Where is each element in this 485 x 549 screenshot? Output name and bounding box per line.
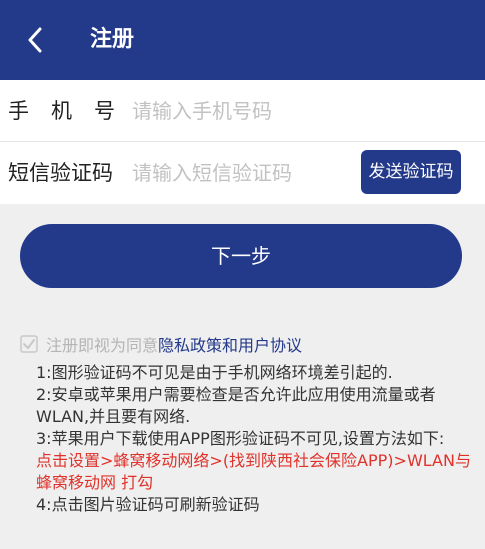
back-button[interactable] bbox=[18, 22, 52, 58]
chevron-left-icon bbox=[28, 27, 42, 53]
sms-row: 短信验证码 发送验证码 bbox=[0, 142, 485, 204]
note-settings-path: 点击设置>蜂窝移动网络>(找到陕西社会保险APP)>WLAN与蜂窝移动网 打勾 bbox=[36, 451, 471, 492]
agreement-row: 注册即视为同意 隐私政策和用户协议 bbox=[20, 330, 302, 358]
notes-section: 1:图形验证码不可见是由于手机网络环境差引起的. 2:安卓或苹果用户需要检查是否… bbox=[36, 362, 476, 516]
privacy-policy-link[interactable]: 隐私政策和用户协议 bbox=[158, 332, 302, 356]
sms-code-input[interactable] bbox=[132, 156, 352, 190]
phone-row: 手机号 bbox=[0, 80, 485, 142]
send-code-button[interactable]: 发送验证码 bbox=[361, 150, 461, 194]
phone-label: 手机号 bbox=[8, 99, 137, 123]
note-line-1: 1:图形验证码不可见是由于手机网络环境差引起的. bbox=[36, 363, 393, 382]
next-step-button[interactable]: 下一步 bbox=[20, 224, 462, 288]
note-line-3: 3:苹果用户下载使用APP图形验证码不可见,设置方法如下: bbox=[36, 429, 445, 448]
agreement-text: 注册即视为同意 bbox=[46, 336, 159, 355]
sms-code-label: 短信验证码 bbox=[8, 161, 113, 185]
page-title: 注册 bbox=[90, 27, 135, 52]
agree-checkbox[interactable] bbox=[20, 335, 38, 353]
check-icon bbox=[20, 335, 38, 353]
phone-input[interactable] bbox=[132, 94, 462, 128]
app-header: 注册 bbox=[0, 0, 485, 80]
note-line-4: 4:点击图片验证码可刷新验证码 bbox=[36, 495, 260, 514]
register-form: 手机号 短信验证码 发送验证码 bbox=[0, 80, 485, 204]
note-line-2: 2:安卓或苹果用户需要检查是否允许此应用使用流量或者WLAN,并且要有网络. bbox=[36, 385, 436, 426]
